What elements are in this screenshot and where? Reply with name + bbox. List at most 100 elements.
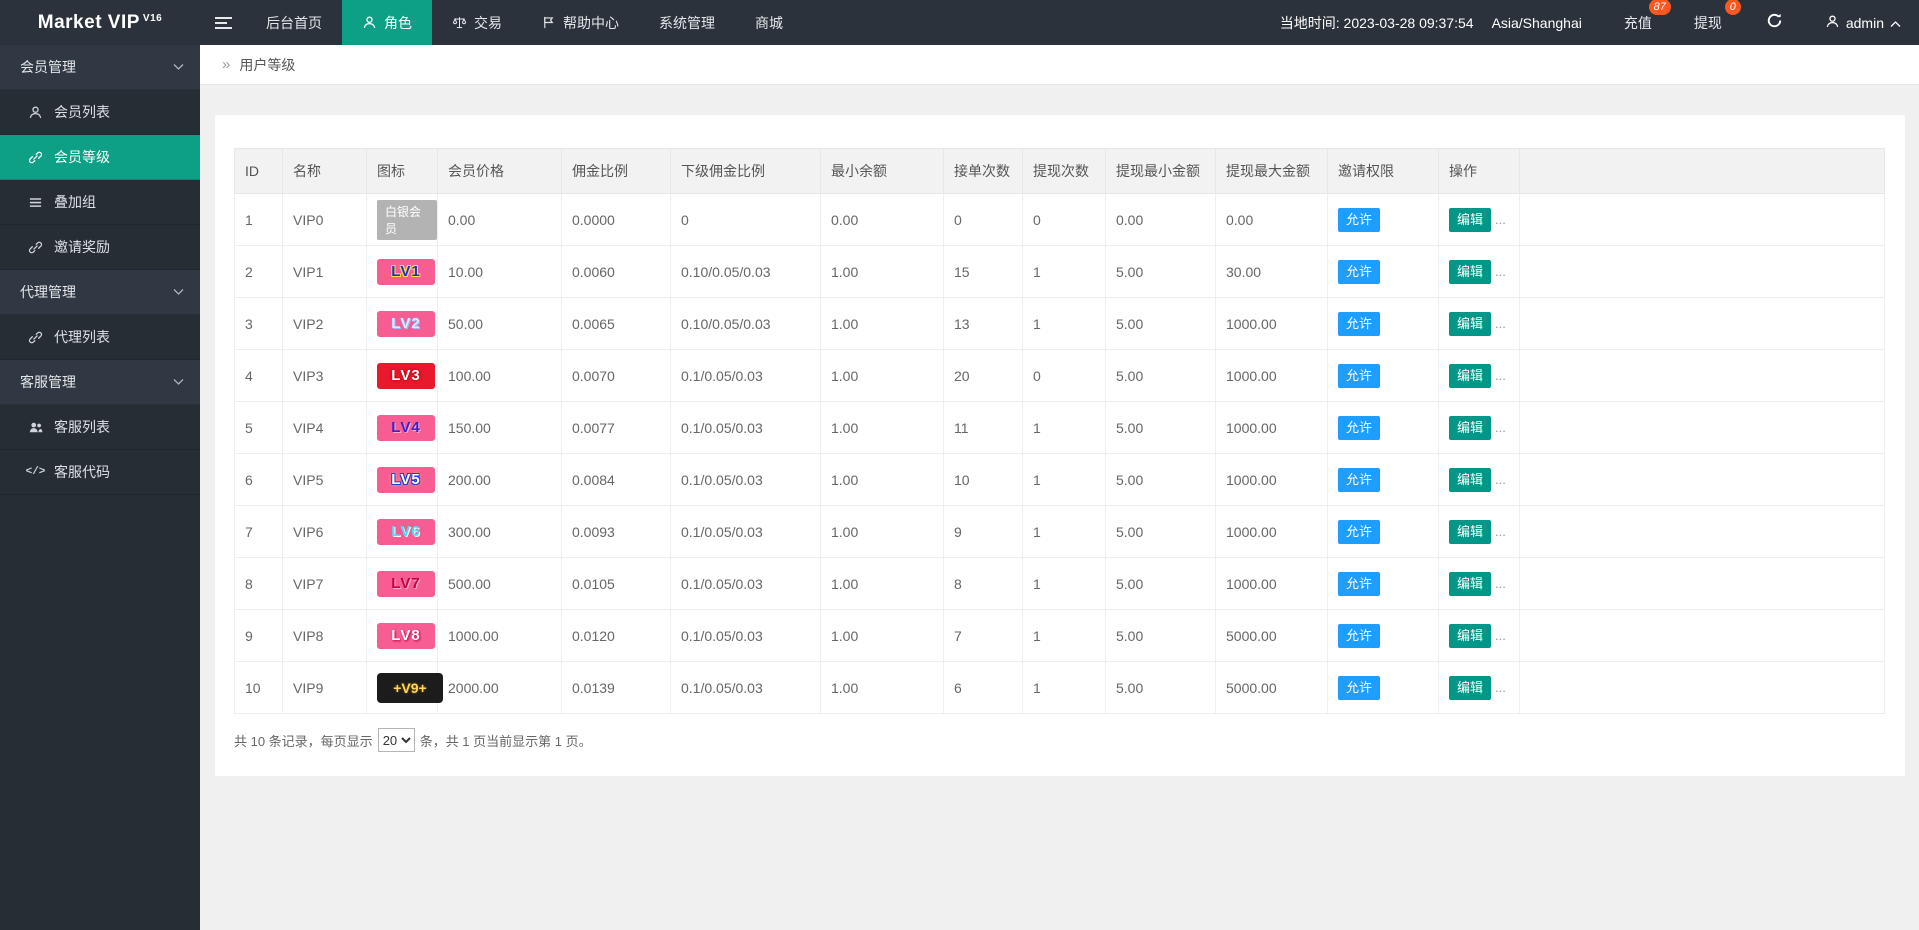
invite-permission-button[interactable]: 允许 — [1338, 364, 1380, 388]
cell-invite: 允许 — [1328, 662, 1439, 714]
cell-orders: 13 — [944, 298, 1023, 350]
column-header: 提现最大金额 — [1216, 149, 1328, 194]
invite-permission-button[interactable]: 允许 — [1338, 520, 1380, 544]
sidebar-group-member-management[interactable]: 会员管理 — [0, 45, 200, 90]
cell-ops: 编辑... — [1439, 454, 1520, 506]
cell-commission: 0.0000 — [562, 194, 671, 246]
nav-item-system[interactable]: 系统管理 — [639, 0, 735, 45]
cell-withdraw_times: 0 — [1023, 194, 1106, 246]
cell-ops: 编辑... — [1439, 506, 1520, 558]
sidebar-item-invite-reward[interactable]: 邀请奖励 — [0, 225, 200, 270]
column-header: 佣金比例 — [562, 149, 671, 194]
cell-id: 9 — [235, 610, 283, 662]
edit-button[interactable]: 编辑 — [1449, 520, 1491, 544]
cell-blank — [1520, 246, 1885, 298]
edit-button[interactable]: 编辑 — [1449, 312, 1491, 336]
cell-id: 1 — [235, 194, 283, 246]
recharge-link[interactable]: 充值 87 — [1624, 13, 1652, 33]
cell-price: 0.00 — [438, 194, 562, 246]
cell-price: 10.00 — [438, 246, 562, 298]
more-actions-ellipsis: ... — [1495, 420, 1506, 435]
edit-button[interactable]: 编辑 — [1449, 364, 1491, 388]
cell-invite: 允许 — [1328, 506, 1439, 558]
cell-withdraw_max: 1000.00 — [1216, 454, 1328, 506]
sidebar-item-service-list[interactable]: 客服列表 — [0, 405, 200, 450]
flag-icon — [542, 15, 556, 30]
column-header: 会员价格 — [438, 149, 562, 194]
refresh-button[interactable] — [1766, 12, 1783, 34]
chevron-down-icon — [173, 64, 184, 71]
pagination: 共 10 条记录，每页显示 20 条，共 1 页当前显示第 1 页。 — [234, 728, 1885, 752]
edit-button[interactable]: 编辑 — [1449, 624, 1491, 648]
cell-price: 500.00 — [438, 558, 562, 610]
sidebar-group-agent-management[interactable]: 代理管理 — [0, 270, 200, 315]
cell-invite: 允许 — [1328, 298, 1439, 350]
sidebar-item-stack-group[interactable]: 叠加组 — [0, 180, 200, 225]
invite-permission-button[interactable]: 允许 — [1338, 208, 1380, 232]
invite-permission-button[interactable]: 允许 — [1338, 260, 1380, 284]
cell-withdraw_max: 30.00 — [1216, 246, 1328, 298]
cell-price: 150.00 — [438, 402, 562, 454]
cell-blank — [1520, 194, 1885, 246]
list-icon — [27, 195, 44, 210]
sidebar-item-agent-list[interactable]: 代理列表 — [0, 315, 200, 360]
cell-withdraw_max: 1000.00 — [1216, 298, 1328, 350]
sidebar-item-label: 客服代码 — [54, 462, 110, 482]
cell-withdraw_times: 1 — [1023, 402, 1106, 454]
more-actions-ellipsis: ... — [1495, 368, 1506, 383]
edit-button[interactable]: 编辑 — [1449, 572, 1491, 596]
cell-orders: 15 — [944, 246, 1023, 298]
level-badge-silver: 白银会员 — [377, 200, 437, 240]
column-header: 图标 — [367, 149, 438, 194]
nav-item-roles[interactable]: 角色 — [342, 0, 432, 45]
column-header: 名称 — [283, 149, 367, 194]
table-row: 9VIP8LV81000.000.01200.1/0.05/0.031.0071… — [235, 610, 1885, 662]
edit-button[interactable]: 编辑 — [1449, 468, 1491, 492]
nav-item-label: 角色 — [384, 13, 412, 33]
cell-id: 2 — [235, 246, 283, 298]
invite-permission-button[interactable]: 允许 — [1338, 676, 1380, 700]
edit-button[interactable]: 编辑 — [1449, 416, 1491, 440]
sidebar-toggle-button[interactable] — [200, 0, 246, 45]
table-row: 2VIP1LV110.000.00600.10/0.05/0.031.00151… — [235, 246, 1885, 298]
cell-withdraw_min: 5.00 — [1106, 246, 1216, 298]
cell-commission: 0.0093 — [562, 506, 671, 558]
cell-name: VIP2 — [283, 298, 367, 350]
sidebar-group-service-management[interactable]: 客服管理 — [0, 360, 200, 405]
edit-button[interactable]: 编辑 — [1449, 260, 1491, 284]
nav-item-trade[interactable]: 交易 — [432, 0, 522, 45]
nav-item-mall[interactable]: 商城 — [735, 0, 803, 45]
sidebar-item-service-code[interactable]: </>客服代码 — [0, 450, 200, 495]
nav-item-label: 商城 — [755, 13, 783, 33]
withdraw-link[interactable]: 提现 0 — [1694, 13, 1722, 33]
cell-orders: 11 — [944, 402, 1023, 454]
cell-withdraw_times: 0 — [1023, 350, 1106, 402]
edit-button[interactable]: 编辑 — [1449, 208, 1491, 232]
invite-permission-button[interactable]: 允许 — [1338, 572, 1380, 596]
sidebar-item-member-level[interactable]: 会员等级 — [0, 135, 200, 180]
invite-permission-button[interactable]: 允许 — [1338, 312, 1380, 336]
cell-id: 7 — [235, 506, 283, 558]
timezone-label: Asia/Shanghai — [1492, 15, 1582, 31]
cell-ops: 编辑... — [1439, 298, 1520, 350]
pagination-suffix: 条，共 1 页当前显示第 1 页。 — [420, 731, 592, 750]
cell-orders: 20 — [944, 350, 1023, 402]
recharge-label: 充值 — [1624, 15, 1652, 31]
invite-permission-button[interactable]: 允许 — [1338, 416, 1380, 440]
cell-badge: LV2 — [367, 298, 438, 350]
page-size-select[interactable]: 20 — [378, 728, 415, 752]
edit-button[interactable]: 编辑 — [1449, 676, 1491, 700]
cell-blank — [1520, 558, 1885, 610]
sidebar-item-member-list[interactable]: 会员列表 — [0, 90, 200, 135]
user-menu[interactable]: admin — [1825, 14, 1901, 32]
cell-orders: 7 — [944, 610, 1023, 662]
nav-item-dashboard[interactable]: 后台首页 — [246, 0, 342, 45]
invite-permission-button[interactable]: 允许 — [1338, 468, 1380, 492]
nav-item-help-center[interactable]: 帮助中心 — [522, 0, 639, 45]
cell-invite: 允许 — [1328, 194, 1439, 246]
invite-permission-button[interactable]: 允许 — [1338, 624, 1380, 648]
withdraw-label: 提现 — [1694, 15, 1722, 31]
column-header: 操作 — [1439, 149, 1520, 194]
cell-blank — [1520, 506, 1885, 558]
cell-orders: 8 — [944, 558, 1023, 610]
